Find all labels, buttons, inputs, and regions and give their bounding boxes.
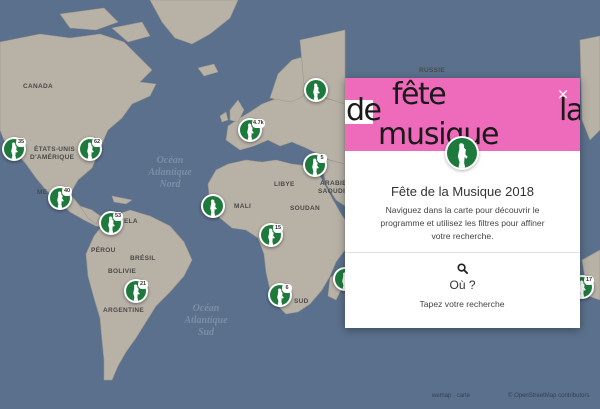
country-label-canada: CANADA: [23, 83, 53, 90]
close-button[interactable]: ×: [556, 87, 570, 102]
musician-icon: [203, 196, 223, 216]
musician-icon: [306, 80, 326, 100]
event-marker-brazil-south[interactable]: 21: [124, 279, 148, 303]
country-label-usa-line2: D'AMÉRIQUE: [30, 154, 75, 161]
event-marker-us-east[interactable]: 62: [78, 137, 102, 161]
ocean-label-line: Atlantique: [148, 167, 192, 178]
marker-count-badge: 53: [113, 212, 123, 221]
wordmark-musique: musique: [378, 117, 500, 151]
marker-count-badge: 21: [138, 280, 148, 289]
event-marker-colombia[interactable]: 53: [99, 211, 123, 235]
event-marker-west-africa[interactable]: [201, 194, 225, 218]
country-label-venezuela: ELA: [124, 218, 138, 225]
country-label-south-africa: SUD: [294, 298, 309, 305]
marker-count-badge: 35: [16, 138, 26, 147]
country-label-saudi-line1: ARABIE: [320, 180, 347, 187]
country-label-usa-line1: ÉTATS-UNIS: [34, 146, 76, 153]
marker-count-badge: 5: [317, 154, 327, 163]
map-attribution-logo[interactable]: wemap · carte: [432, 393, 470, 399]
wordmark-de: de: [346, 93, 382, 128]
map-attribution-link[interactable]: © OpenStreetMap contributors: [508, 393, 589, 399]
event-marker-southern-africa[interactable]: 6: [268, 283, 292, 307]
ocean-label-north-atlantic: Océan Atlantique Nord: [140, 155, 200, 191]
country-label-mali: MALI: [234, 203, 252, 210]
ocean-label-line: Atlantique: [184, 315, 228, 326]
event-marker-central-africa[interactable]: 15: [259, 223, 283, 247]
marker-count-badge: 4.7k: [252, 119, 265, 128]
info-panel: fête de la musique × Fête de la Musique …: [345, 78, 580, 328]
ocean-label-line: Océan: [156, 155, 184, 166]
musician-icon: [447, 138, 477, 168]
event-marker-turkey[interactable]: 5: [303, 153, 327, 177]
country-label-argentina: ARGENTINE: [103, 307, 144, 314]
country-label-peru: PÉROU: [91, 247, 116, 254]
marker-count-badge: 62: [92, 138, 102, 147]
country-label-sudan: SOUDAN: [290, 205, 320, 212]
country-label-mexico: ME: [37, 189, 48, 196]
event-marker-mexico[interactable]: 40: [48, 186, 72, 210]
musician-silhouette: [457, 143, 468, 168]
search-input[interactable]: [387, 296, 537, 312]
ocean-label-south-atlantic: Océan Atlantique Sud: [176, 303, 236, 339]
panel-title: Fête de la Musique 2018: [390, 184, 535, 199]
ocean-label-line: Océan: [192, 303, 220, 314]
panel-description: Naviguez dans la carte pour découvrir le…: [380, 205, 545, 241]
country-label-libya: LIBYE: [274, 181, 295, 188]
marker-count-badge: 40: [62, 187, 72, 196]
wordmark-fete: fête: [392, 78, 447, 112]
marker-count-badge: 15: [273, 224, 283, 233]
panel-divider: [345, 252, 580, 253]
ocean-label-line: Sud: [197, 327, 215, 338]
search-heading: Où ?: [449, 278, 476, 292]
panel-avatar: [445, 136, 479, 170]
event-marker-us-west[interactable]: 35: [2, 137, 26, 161]
event-marker-scandinavia[interactable]: [304, 78, 328, 102]
country-label-brazil: BRÉSIL: [130, 255, 156, 262]
marker-count-badge: 6: [282, 284, 292, 293]
ocean-label-line: Nord: [159, 179, 181, 190]
country-label-russia: RUSSIE: [419, 67, 446, 74]
search-icon[interactable]: [457, 263, 468, 274]
marker-count-badge: 17: [584, 276, 594, 285]
event-marker-western-europe[interactable]: 4.7k: [238, 118, 265, 142]
country-label-bolivia: BOLIVIE: [108, 268, 137, 275]
